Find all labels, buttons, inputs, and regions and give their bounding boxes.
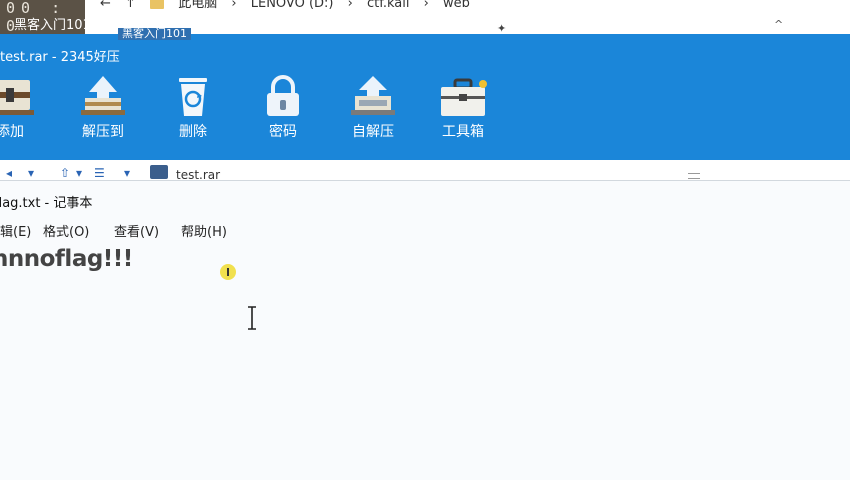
breadcrumb-item[interactable]: ctf.kali	[367, 0, 410, 11]
tool-label: 删除	[179, 124, 207, 140]
chevron-down-icon[interactable]: ▾	[76, 166, 82, 180]
divider	[0, 180, 850, 181]
extract-to-button[interactable]: 解压到	[68, 74, 138, 154]
archive-icon	[150, 165, 168, 179]
timer-caption: 黑客入门101	[14, 18, 91, 33]
breadcrumb-item[interactable]: web	[443, 0, 470, 11]
recycle-bin-icon	[179, 78, 207, 116]
text-cursor-icon	[248, 306, 256, 330]
view-list-icon[interactable]: ☰	[94, 166, 105, 180]
menu-edit[interactable]: 编辑(E)	[0, 221, 31, 240]
window-title: test.rar - 2345好压	[0, 50, 120, 65]
folder-icon	[150, 0, 165, 9]
nav-back-icon[interactable]: ◂	[6, 166, 12, 180]
back-arrow-icon[interactable]: ←	[100, 0, 111, 11]
haozip-window: test.rar - 2345好压 黑客入门101 添加 解压到 删除 密码 自…	[0, 28, 850, 160]
menu-view[interactable]: 查看(V)	[114, 221, 159, 240]
delete-button[interactable]: 删除	[158, 74, 228, 154]
nav-forward-icon[interactable]: ▾	[28, 166, 34, 180]
tool-label: 解压到	[82, 124, 124, 140]
toolbox-button[interactable]: 工具箱	[428, 74, 498, 154]
self-extract-icon	[351, 76, 395, 115]
explorer-breadcrumb[interactable]: ← ↑ 此电脑 › LENOVO (D:) › ctf.kali › web	[100, 0, 480, 11]
tool-label: 添加	[0, 124, 24, 140]
padlock-icon	[267, 75, 299, 116]
toolbox-icon	[441, 78, 487, 116]
recording-timer: 00 : 0 黑客入门101	[0, 0, 91, 35]
up-arrow-icon[interactable]: ⇧	[60, 166, 70, 180]
add-button[interactable]: 添加	[0, 74, 45, 154]
extract-to-icon	[81, 76, 125, 115]
breadcrumb-item[interactable]: LENOVO (D:)	[251, 0, 334, 11]
tool-label: 工具箱	[442, 124, 484, 140]
notepad-title: flag.txt - 记事本	[0, 196, 93, 211]
self-extract-button[interactable]: 自解压	[338, 74, 408, 154]
up-arrow-icon[interactable]: ↑	[125, 0, 136, 11]
notepad-content[interactable]: hnnoflag!!!	[0, 246, 133, 272]
menu-format[interactable]: 格式(O)	[43, 221, 89, 240]
breadcrumb-item[interactable]: 此电脑	[178, 0, 217, 11]
archive-path-bar: ◂ ▾ ⇧ ▾ ☰ ▾ test.rar	[0, 160, 850, 182]
add-archive-icon	[0, 80, 34, 115]
chevron-down-icon[interactable]: ▾	[124, 166, 130, 180]
mouse-highlight-icon	[220, 264, 236, 280]
menu-help[interactable]: 帮助(H)	[181, 221, 227, 240]
minimize-icon[interactable]	[688, 173, 700, 179]
watermark-badge: 黑客入门101	[118, 28, 191, 40]
tool-label: 自解压	[352, 124, 394, 140]
tool-label: 密码	[269, 124, 297, 140]
chevron-up-icon[interactable]: ^	[774, 18, 783, 31]
password-button[interactable]: 密码	[248, 74, 318, 154]
